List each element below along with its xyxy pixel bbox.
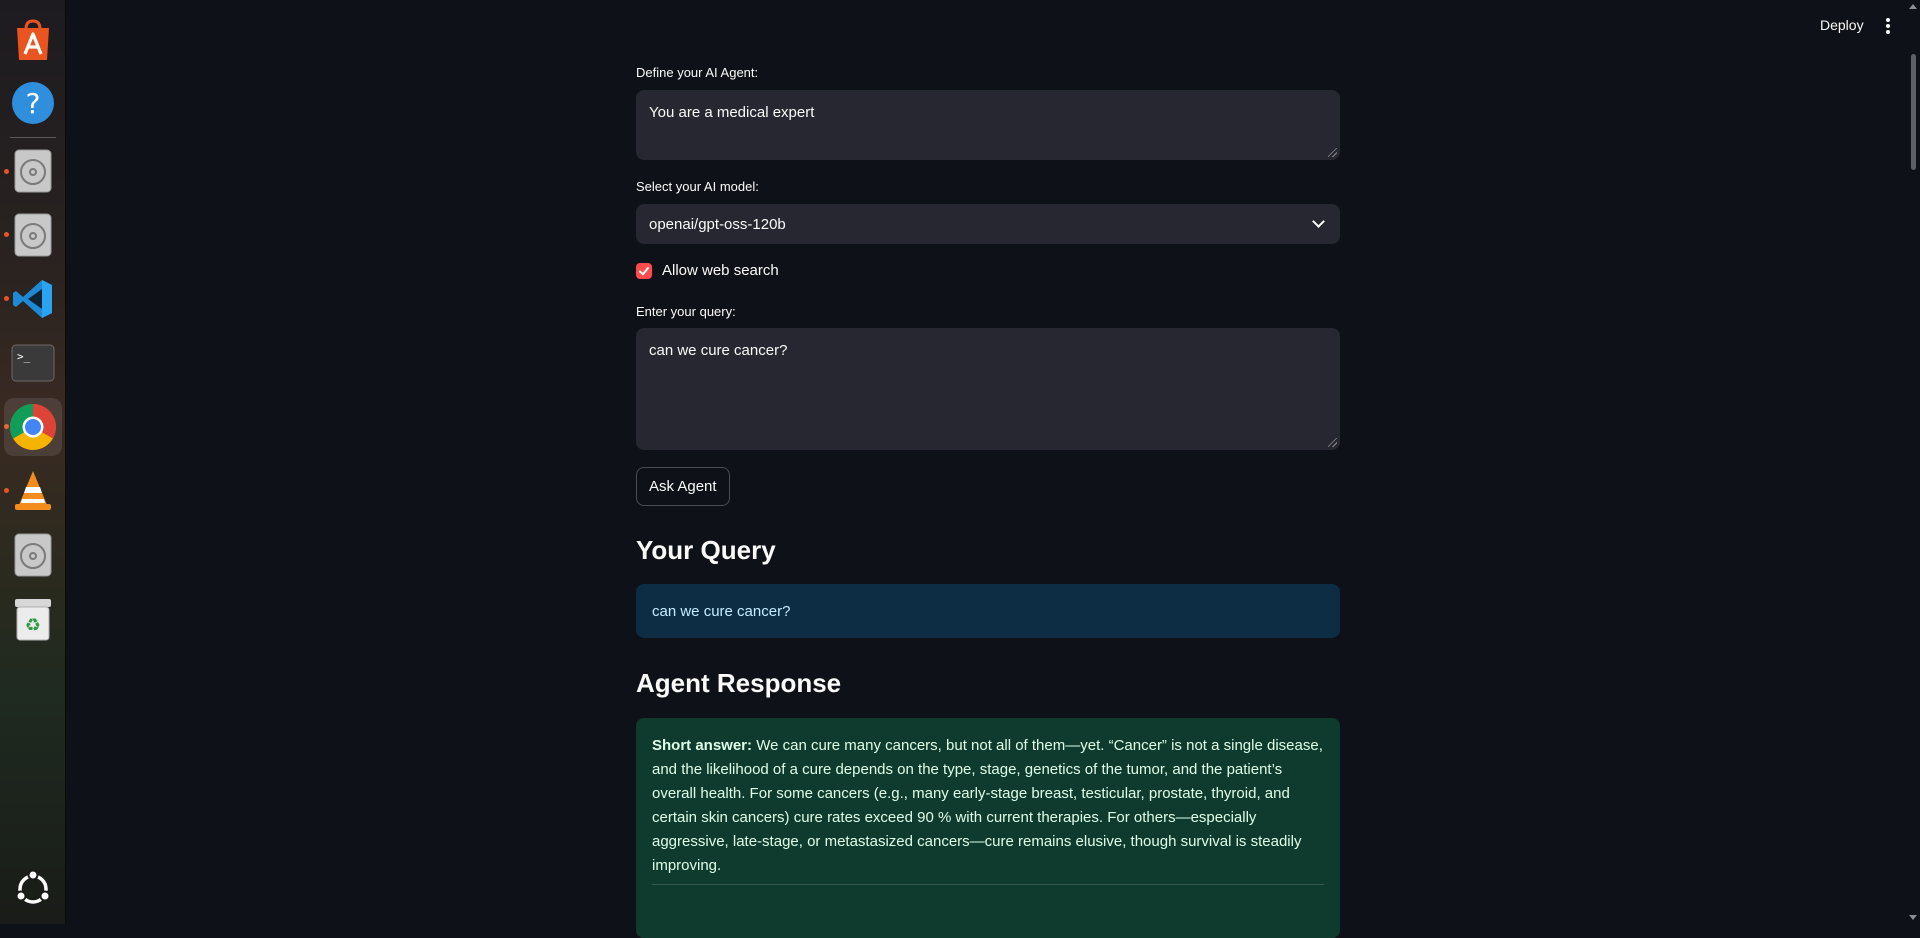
checkmark-icon: [639, 266, 649, 275]
agent-definition-input[interactable]: You are a medical expert: [636, 90, 1340, 160]
query-echo-text: can we cure cancer?: [652, 602, 791, 620]
disk-icon[interactable]: [10, 148, 56, 194]
page-scrollbar[interactable]: [1906, 0, 1920, 924]
query-input-value: can we cure cancer?: [649, 342, 788, 359]
running-indicator: [4, 232, 9, 237]
agent-definition-label: Define your AI Agent:: [636, 65, 759, 80]
running-indicator: [4, 169, 9, 174]
agent-definition-value: You are a medical expert: [649, 104, 815, 121]
scroll-up-arrow-icon[interactable]: [1909, 4, 1917, 9]
app-center-icon[interactable]: [10, 17, 56, 63]
query-echo-box: can we cure cancer?: [636, 584, 1340, 638]
response-body: We can cure many cancers, but not all of…: [652, 737, 1323, 874]
scrollbar-thumb[interactable]: [1911, 54, 1916, 170]
terminal-icon[interactable]: >_: [10, 340, 56, 386]
agent-response-heading: Agent Response: [636, 668, 842, 698]
help-icon[interactable]: ?: [10, 80, 56, 126]
running-indicator: [4, 296, 9, 301]
running-indicator: [4, 488, 9, 493]
response-divider: [652, 884, 1324, 885]
web-search-checkbox[interactable]: [636, 262, 652, 279]
your-query-heading: Your Query: [636, 535, 776, 565]
svg-text:>_: >_: [17, 350, 31, 363]
resize-handle-icon[interactable]: [1328, 148, 1337, 157]
svg-text:♻: ♻: [25, 615, 41, 636]
ask-agent-button[interactable]: Ask Agent: [636, 467, 730, 506]
model-select[interactable]: openai/gpt-oss-120b: [636, 204, 1340, 244]
dock-separator: [10, 137, 56, 138]
chevron-down-icon: [1312, 215, 1325, 228]
query-input-label: Enter your query:: [636, 304, 736, 319]
vscode-icon[interactable]: [10, 276, 56, 322]
chrome-icon[interactable]: [4, 398, 62, 456]
deploy-button[interactable]: Deploy: [1820, 17, 1864, 33]
dock: ? >_ ♻: [0, 0, 66, 924]
model-select-label: Select your AI model:: [636, 179, 759, 194]
response-lead: Short answer:: [652, 737, 753, 754]
resize-handle-icon[interactable]: [1328, 438, 1337, 447]
disk-icon[interactable]: [10, 212, 56, 258]
query-input[interactable]: can we cure cancer?: [636, 328, 1340, 450]
ubuntu-apps-icon[interactable]: [10, 866, 56, 912]
model-select-value: openai/gpt-oss-120b: [649, 215, 786, 233]
main-menu-icon[interactable]: [1882, 16, 1894, 36]
vlc-icon[interactable]: [10, 468, 56, 514]
scroll-down-arrow-icon[interactable]: [1909, 915, 1917, 920]
web-search-toggle[interactable]: Allow web search: [636, 262, 779, 279]
agent-response-box: Short answer: We can cure many cancers, …: [636, 718, 1340, 938]
svg-text:?: ?: [26, 87, 41, 120]
disk-icon[interactable]: [10, 532, 56, 578]
web-search-label: Allow web search: [662, 262, 779, 279]
trash-icon[interactable]: ♻: [10, 596, 56, 642]
